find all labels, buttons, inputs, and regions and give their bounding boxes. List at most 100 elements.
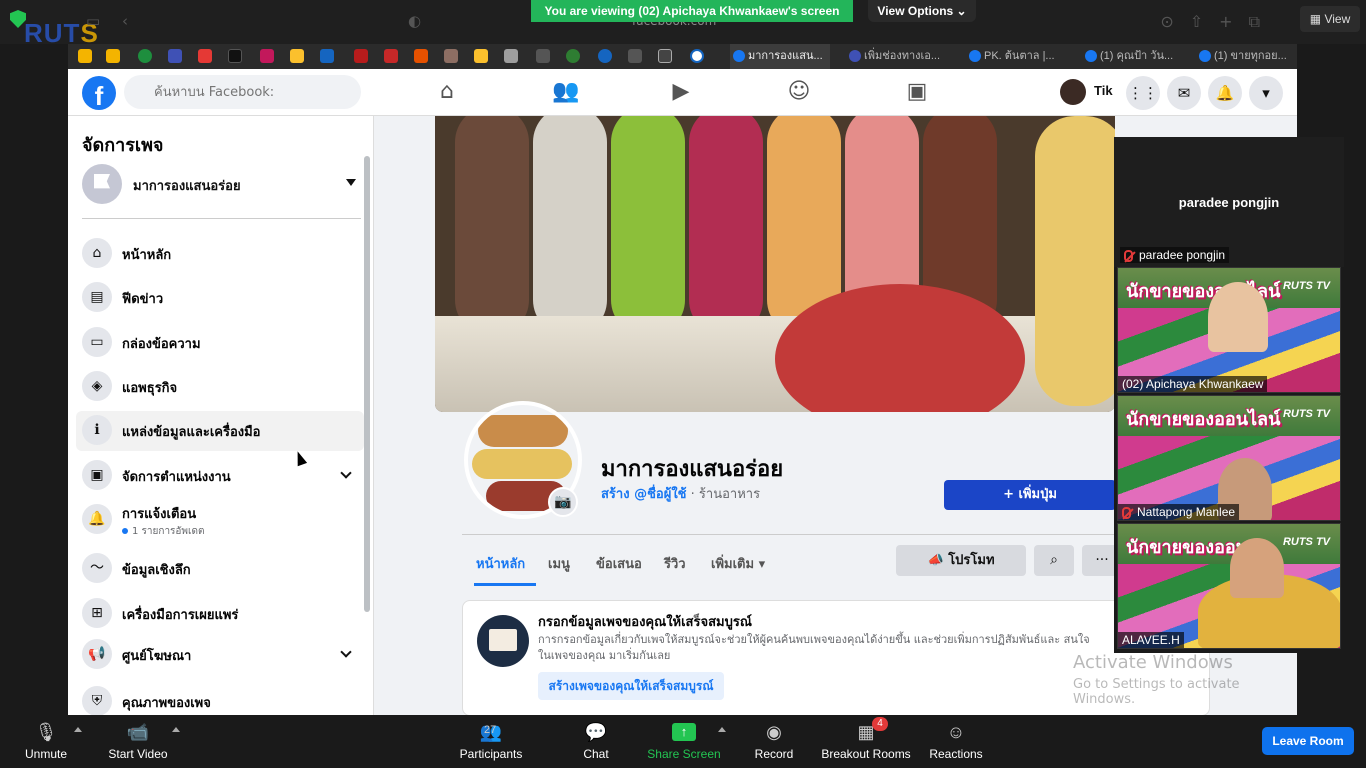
bookmark-icon[interactable] — [444, 49, 458, 63]
browser-tab[interactable]: (1) ขายทุกอย... — [1196, 44, 1296, 69]
start-video-button[interactable]: 📹 Start Video — [104, 721, 172, 761]
tab-home[interactable]: หน้าหลัก — [476, 553, 525, 574]
tab-menu[interactable]: เมนู — [548, 553, 570, 574]
watch-icon[interactable]: ▶ — [668, 79, 694, 105]
browser-tab[interactable]: PK. ต้นตาล |... — [966, 44, 1074, 69]
audio-options-caret-icon[interactable] — [74, 727, 82, 732]
leave-room-button[interactable]: Leave Room — [1262, 727, 1354, 755]
page-switcher[interactable]: มาการองแสนอร่อย — [82, 164, 360, 206]
unmute-button[interactable]: 🎙 Unmute — [18, 721, 74, 761]
youtube-icon[interactable] — [198, 49, 212, 63]
sidebar-item-news-feed[interactable]: ▤ ฟีดข่าว — [76, 278, 364, 318]
gaming-icon[interactable]: ▣ — [904, 79, 930, 105]
chat-button[interactable]: 💬 Chat — [574, 721, 618, 761]
bookmark-icon[interactable] — [228, 49, 242, 63]
breakout-rooms-button[interactable]: ▦ 4 Breakout Rooms — [820, 717, 912, 761]
browser-tab[interactable]: (1) คุณป้า วัน... — [1082, 44, 1182, 69]
divider — [82, 218, 361, 219]
add-button[interactable]: + เพิ่มปุ่ม — [944, 480, 1116, 510]
record-button[interactable]: ◉ Record — [752, 721, 796, 761]
account-dropdown-icon[interactable]: ▾ — [1249, 76, 1283, 110]
bookmark-icon[interactable] — [658, 49, 672, 63]
reactions-button[interactable]: ☺ Reactions — [928, 721, 984, 761]
bookmark-icon[interactable] — [690, 49, 704, 63]
bookmark-icon[interactable] — [474, 49, 488, 63]
bookmark-icon[interactable] — [354, 49, 368, 63]
share-options-caret-icon[interactable] — [718, 727, 726, 732]
cube-icon: ◈ — [82, 371, 112, 401]
messenger-icon[interactable]: ✉ — [1167, 76, 1201, 110]
view-options-button[interactable]: View Options ⌄ — [868, 0, 976, 22]
tab-more[interactable]: เพิ่มเติม ▾ — [711, 553, 765, 574]
shield-outline-icon: ◐ — [408, 12, 422, 30]
sidebar-scrollbar[interactable] — [364, 156, 370, 612]
bookmark-icon[interactable] — [320, 49, 334, 63]
active-speaker-tile[interactable]: paradee pongjin paradee pongjin — [1114, 137, 1344, 267]
friends-icon[interactable]: 👥 — [552, 79, 579, 105]
groups-icon[interactable]: ☺ — [786, 79, 812, 105]
tab-label: (1) ขายทุกอย... — [1214, 50, 1287, 62]
browser-tab[interactable]: เพิ่มช่องทางเอ... — [846, 44, 954, 69]
tab-label: PK. ต้นตาล |... — [984, 50, 1055, 62]
sidebar-item-manage-jobs[interactable]: ▣ จัดการตำแหน่งงาน — [76, 456, 364, 496]
tab-label: (1) คุณป้า วัน... — [1100, 50, 1174, 62]
breakout-grid-icon: ▦ 4 — [820, 717, 912, 743]
video-tile[interactable]: นักขายของออน RUTS TV ALAVEE.H — [1117, 523, 1341, 649]
tab-offers[interactable]: ข้อเสนอ — [596, 553, 642, 574]
view-button[interactable]: ▦ View — [1300, 6, 1360, 32]
menu-grid-icon[interactable]: ⋮⋮ — [1126, 76, 1160, 110]
bookmark-icon[interactable] — [384, 49, 398, 63]
bookmark-icon[interactable] — [504, 49, 518, 63]
briefcase-icon: ▣ — [82, 460, 112, 490]
tile-banner: นักขายของออนไลน์ — [1126, 409, 1281, 430]
facebook-logo-icon[interactable]: f — [82, 76, 116, 110]
sidebar-item-notifications[interactable]: 🔔 การแจ้งเตือน 1 รายการอัพเดต — [76, 500, 364, 540]
bookmark-icon[interactable] — [566, 49, 580, 63]
breakout-badge: 4 — [872, 717, 888, 731]
sidebar-item-publishing-tools[interactable]: ⊞ เครื่องมือการเผยแพร่ — [76, 594, 364, 634]
promote-button[interactable]: 📣 โปรโมท — [896, 545, 1026, 576]
video-tile[interactable]: นักขายของออนไลน์ RUTS TV Nattapong Manle… — [1117, 395, 1341, 521]
sidebar-item-inbox[interactable]: ▭ กล่องข้อความ — [76, 323, 364, 363]
browser-tab[interactable]: มาการองแสน... — [730, 44, 830, 69]
bookmark-icon[interactable] — [414, 49, 428, 63]
sidebar-item-resources-tools[interactable]: ℹ แหล่งข้อมูลและเครื่องมือ — [76, 411, 364, 451]
create-username-link[interactable]: สร้าง @ชื่อผู้ใช้ — [601, 487, 687, 502]
tile-name: ALAVEE.H — [1118, 632, 1184, 648]
complete-page-button[interactable]: สร้างเพจของคุณให้เสร็จสมบูรณ์ — [538, 672, 724, 700]
bookmark-icon[interactable] — [168, 49, 182, 63]
sidebar-item-business-apps[interactable]: ◈ แอพธุรกิจ — [76, 367, 364, 407]
sidebar-icon: ▭ — [86, 12, 101, 30]
share-screen-button[interactable]: ↑ Share Screen — [646, 721, 722, 761]
sidebar-item-label: ศูนย์โฆษณา — [122, 649, 192, 664]
bookmark-icon[interactable] — [536, 49, 550, 63]
participants-button[interactable]: 👥 27 Participants — [456, 721, 526, 761]
bookmark-icon[interactable] — [78, 49, 92, 63]
search-input[interactable] — [124, 75, 361, 109]
sidebar-item-label: เครื่องมือการเผยแพร่ — [122, 608, 239, 623]
bookmark-icon[interactable] — [628, 49, 642, 63]
breakout-rooms-label: Breakout Rooms — [821, 747, 911, 761]
sidebar-item-home[interactable]: ⌂ หน้าหลัก — [76, 234, 364, 274]
sidebar-item-ad-center[interactable]: 📢 ศูนย์โฆษณา — [76, 635, 364, 675]
bookmark-icon[interactable] — [138, 49, 152, 63]
video-options-caret-icon[interactable] — [172, 727, 180, 732]
page-search-icon[interactable]: ⌕ — [1034, 545, 1074, 576]
smiley-icon: ☺ — [946, 722, 966, 742]
bookmark-icon[interactable] — [290, 49, 304, 63]
bookmark-icon[interactable] — [260, 49, 274, 63]
video-tile[interactable]: นักขายของออนไลน์ RUTS TV (02) Apichaya K… — [1117, 267, 1341, 393]
tab-reviews[interactable]: รีวิว — [664, 553, 686, 574]
camera-icon[interactable]: 📷 — [548, 487, 578, 517]
home-icon[interactable]: ⌂ — [434, 79, 460, 105]
facebook-icon — [733, 50, 745, 62]
sidebar-item-insights[interactable]: 〜 ข้อมูลเชิงลึก — [76, 549, 364, 589]
notifications-bell-icon[interactable]: 🔔 — [1208, 76, 1242, 110]
bookmark-icon[interactable] — [106, 49, 120, 63]
home-icon: ⌂ — [82, 238, 112, 268]
sidebar-item-page-quality[interactable]: ⛨ คุณภาพของเพจ — [76, 682, 364, 715]
video-panel: paradee pongjin paradee pongjin นักขายขอ… — [1114, 137, 1344, 653]
wordpress-icon[interactable] — [598, 49, 612, 63]
start-video-label: Start Video — [108, 747, 168, 761]
cover-photo[interactable] — [435, 116, 1115, 412]
